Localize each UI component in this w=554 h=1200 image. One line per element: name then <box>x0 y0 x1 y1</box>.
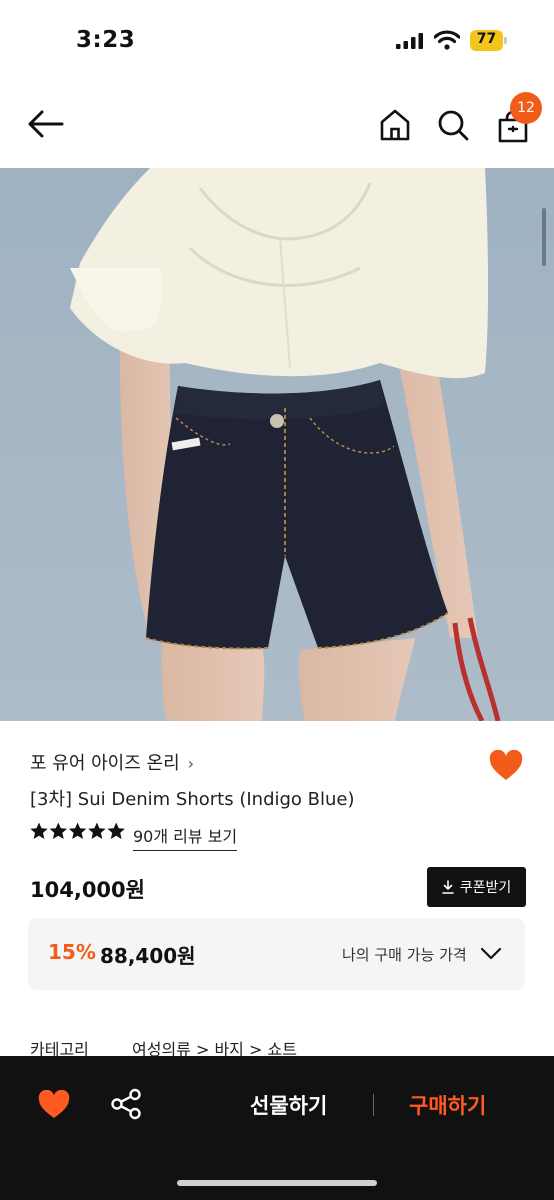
chevron-down-icon[interactable] <box>480 946 502 962</box>
original-price: 104,000원 <box>30 878 145 902</box>
discount-percent: 15% <box>48 940 96 964</box>
wifi-icon <box>434 30 460 50</box>
back-arrow-icon[interactable] <box>26 108 64 140</box>
download-icon <box>441 880 454 894</box>
rating-stars <box>30 822 126 845</box>
share-icon[interactable] <box>110 1088 142 1120</box>
coupon-button-label: 쿠폰받기 <box>459 880 512 896</box>
battery-level: 77 <box>476 31 497 47</box>
star-rating-icons <box>30 822 125 839</box>
status-time: 3:23 <box>76 27 136 53</box>
divider <box>373 1094 374 1116</box>
home-icon[interactable] <box>378 108 412 142</box>
discount-price: 88,400원 <box>100 944 196 968</box>
cart-count-badge: 12 <box>510 92 542 124</box>
gift-button[interactable]: 선물하기 <box>250 1090 327 1120</box>
download-coupon-button[interactable]: 쿠폰받기 <box>427 867 526 907</box>
wishlist-heart-icon[interactable] <box>38 1090 70 1120</box>
buy-button[interactable]: 구매하기 <box>409 1090 486 1120</box>
status-bar: 3:23 77 <box>0 0 554 80</box>
top-nav-bar: 12 <box>0 80 554 168</box>
product-image[interactable] <box>0 168 554 721</box>
brand-name: 포 유어 아이즈 온리 <box>30 753 180 774</box>
scroll-indicator <box>542 208 546 266</box>
brand-link[interactable]: 포 유어 아이즈 온리 › <box>30 749 194 775</box>
cellular-signal-icon <box>396 33 423 49</box>
discount-price-panel[interactable]: 15% 88,400원 나의 구매 가능 가격 <box>28 918 525 990</box>
wishlist-heart-icon[interactable] <box>489 750 523 782</box>
bottom-action-bar: 선물하기 구매하기 <box>0 1056 554 1200</box>
view-reviews-link[interactable]: 90개 리뷰 보기 <box>133 823 238 851</box>
product-photo-illustration <box>0 168 554 721</box>
product-title: [3차] Sui Denim Shorts (Indigo Blue) <box>30 789 355 810</box>
chevron-right-icon: › <box>187 754 195 773</box>
my-price-label: 나의 구매 가능 가격 <box>342 946 467 964</box>
search-icon[interactable] <box>436 108 470 142</box>
battery-icon: 77 <box>470 30 508 51</box>
home-indicator <box>177 1180 377 1186</box>
